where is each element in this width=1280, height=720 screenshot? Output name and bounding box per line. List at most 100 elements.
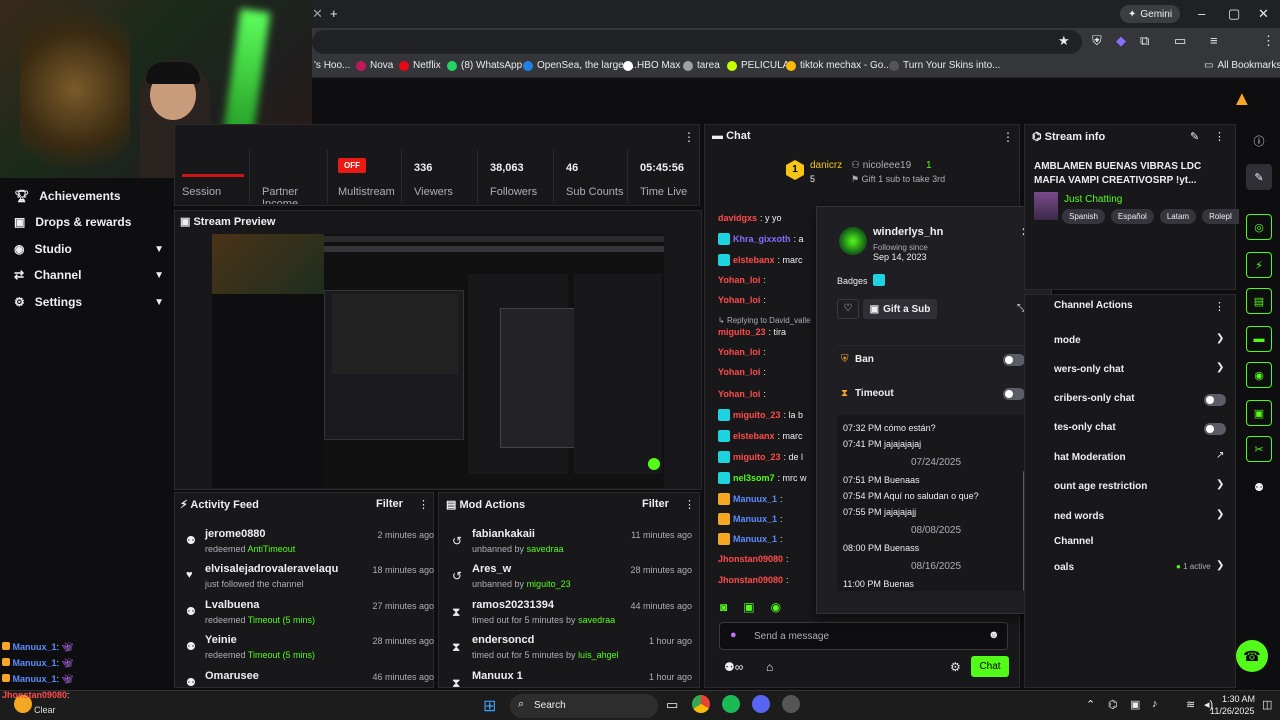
channel-action-item[interactable]: Channel [1054, 536, 1093, 547]
cast-icon[interactable]: ▭ [1174, 33, 1186, 49]
chat-username[interactable]: Manuux_1 [733, 514, 777, 524]
activity-item[interactable]: ⚉ jerome0880 redeemed AntiTimeout 2 minutes… [180, 528, 434, 562]
chat-message[interactable]: miguito_23: de l [718, 451, 803, 463]
discord-icon[interactable] [752, 695, 770, 713]
chevron-up-icon[interactable]: ⌃ [1086, 698, 1095, 711]
chevron-right-icon[interactable]: ❯ [1216, 479, 1224, 490]
document-icon[interactable]: ▤ [1246, 288, 1272, 314]
chat-message[interactable]: Manuux_1: [718, 513, 783, 525]
kebab-menu-icon[interactable]: ⋮ [1214, 300, 1225, 313]
spotify-icon[interactable] [722, 695, 740, 713]
chat-message[interactable]: Yohan_loi: [718, 275, 766, 285]
sliders-icon[interactable]: ⚉ [1246, 474, 1272, 500]
chat-username[interactable]: Manuux_1 [733, 534, 777, 544]
chat-username[interactable]: davidgxs [718, 213, 757, 223]
app-icon[interactable] [782, 695, 800, 713]
chat-username[interactable]: Yohan_loi [718, 367, 760, 377]
channel-action-item[interactable]: oals [1054, 562, 1074, 573]
chat-bubble-icon[interactable]: ▬ [1246, 326, 1272, 352]
chat-message[interactable]: nel3som7: mrc w [718, 472, 807, 484]
bookmark-item[interactable]: (8) WhatsApp [447, 60, 522, 71]
pencil-icon[interactable]: ✎ [1246, 164, 1272, 190]
stat-multistream[interactable]: OFF Multistream [328, 150, 402, 204]
activity-item[interactable]: ⚉ Yeinie redeemed Timeout (5 mins) 28 minut… [180, 634, 434, 668]
chat-username[interactable]: Jhonstan09080 [718, 554, 783, 564]
extension-icon[interactable]: ◆ [1116, 33, 1126, 49]
window-close-icon[interactable]: ✕ [1258, 6, 1269, 22]
mod-action-item[interactable]: ↺ Ares_w unbanned by miguito_23 28 minutes … [446, 563, 692, 597]
chat-message[interactable]: Jhonstan09080: [718, 575, 789, 585]
broadcast-icon[interactable]: ◉ [1246, 362, 1272, 388]
chat-username[interactable]: Manuux_1 [733, 494, 777, 504]
bookmark-item[interactable]: tarea [683, 60, 720, 71]
chat-username[interactable]: Yohan_loi [718, 389, 760, 399]
chat-username[interactable]: miguito_23 [733, 452, 781, 462]
channel-action-item[interactable]: ount age restriction [1054, 481, 1147, 492]
maximize-icon[interactable]: ▢ [1228, 6, 1240, 22]
popup-username[interactable]: winderlys_hn [873, 226, 943, 238]
heart-button[interactable]: ♡ [837, 299, 859, 319]
chevron-right-icon[interactable]: ❯ [1216, 333, 1224, 344]
kebab-menu-icon[interactable]: ⋮ [1262, 33, 1275, 49]
gear-icon[interactable]: ⚙ [950, 660, 961, 674]
minimize-icon[interactable]: – [1198, 6, 1205, 21]
sidebar-item-drops[interactable]: ▣ Drops & rewards [14, 215, 164, 229]
bookmark-item[interactable]: 's Hoo... [314, 60, 350, 71]
chat-username[interactable]: Yohan_loi [718, 347, 760, 357]
timeout-toggle[interactable] [1003, 388, 1025, 400]
activity-item[interactable]: ⚉ Lvalbuena redeemed Timeout (5 mins) 27 mi… [180, 599, 434, 633]
bookmark-item[interactable]: tiktok mechax - Go... [786, 60, 892, 71]
tag[interactable]: Spanish [1062, 209, 1105, 224]
chat-username[interactable]: miguito_23 [718, 327, 766, 337]
filter-button[interactable]: Filter [376, 498, 403, 510]
tag[interactable]: Rolepl [1202, 209, 1239, 224]
emote-icon[interactable]: ◙ [720, 600, 727, 614]
mod-action-item[interactable]: ⧗ Manuux 11 hour ago [446, 670, 692, 688]
puzzle-icon[interactable]: ⧉ [1140, 33, 1149, 49]
chat-username[interactable]: elstebanx [733, 255, 775, 265]
search-input[interactable]: ⌕ Search [510, 694, 658, 718]
channel-action-item[interactable]: tes-only chat [1054, 422, 1116, 433]
chat-username[interactable]: miguito_23 [733, 410, 781, 420]
notification-icon[interactable]: ◫ [1262, 698, 1272, 711]
bookmark-item[interactable]: PELICULA [727, 60, 789, 71]
activity-item[interactable]: ⚉ Omarusee 46 minutes ago [180, 670, 434, 688]
tag[interactable]: Español [1110, 209, 1154, 224]
stat-partner[interactable]: Partner Income [250, 150, 328, 204]
chat-message[interactable]: Yohan_loi: [718, 367, 766, 377]
chat-message[interactable]: miguito_23: tira [718, 327, 786, 337]
channel-action-item[interactable]: cribers-only chat [1054, 393, 1135, 404]
chat-username[interactable]: Khra_gixxoth [733, 234, 791, 244]
chat-message[interactable]: Jhonstan09080: [718, 554, 789, 564]
chat-username[interactable]: Jhonstan09080 [718, 575, 783, 585]
chat-message[interactable]: davidgxs: y yo [718, 213, 782, 223]
bookmark-item[interactable]: Turn Your Skins into... [889, 60, 1000, 71]
mic-icon[interactable]: ♪ [1152, 698, 1158, 710]
wrench-icon[interactable]: ✂ [1246, 436, 1272, 462]
clock-time[interactable]: 1:30 AM [1222, 694, 1255, 704]
chat-message[interactable]: Manuux_1: [718, 533, 783, 545]
bookmark-star-icon[interactable]: ★ [1058, 33, 1070, 49]
stat-viewers[interactable]: 336 Viewers [402, 150, 478, 204]
toggle[interactable] [1204, 423, 1226, 435]
chrome-icon[interactable] [692, 695, 710, 713]
pencil-icon[interactable]: ✎ [1190, 130, 1199, 143]
chat-message[interactable]: Yohan_loi: [718, 347, 766, 357]
stat-followers[interactable]: 38,063 Followers [478, 150, 554, 204]
tag[interactable]: Latam [1159, 209, 1197, 224]
chevron-right-icon[interactable]: ❯ [1216, 560, 1224, 571]
clock-date[interactable]: 11/26/2025 [1210, 706, 1254, 716]
stat-subs[interactable]: 46 Sub Counts [554, 150, 628, 204]
stream-preview-video[interactable] [212, 234, 664, 488]
chat-username[interactable]: elstebanx [733, 431, 775, 441]
chat-message[interactable]: Khra_gixxoth: a [718, 233, 804, 245]
mod-action-item[interactable]: ⧗ ramos20231394 timed out for 5 minutes by… [446, 599, 692, 633]
emote-icon[interactable]: ◉ [771, 600, 781, 614]
network-icon[interactable]: ⌬ [1108, 698, 1118, 711]
mod-action-item[interactable]: ↺ fabiankakaii unbanned by savedraa 11 minu… [446, 528, 692, 562]
gemini-button[interactable]: ✦ Gemini [1120, 5, 1181, 23]
info-icon[interactable]: ⓘ [1246, 128, 1272, 154]
wifi-icon[interactable]: ≋ [1186, 698, 1195, 711]
camera-icon[interactable]: ▣ [1130, 698, 1140, 711]
mod-action-item[interactable]: ⧗ endersoncd timed out for 5 minutes by lu… [446, 634, 692, 668]
